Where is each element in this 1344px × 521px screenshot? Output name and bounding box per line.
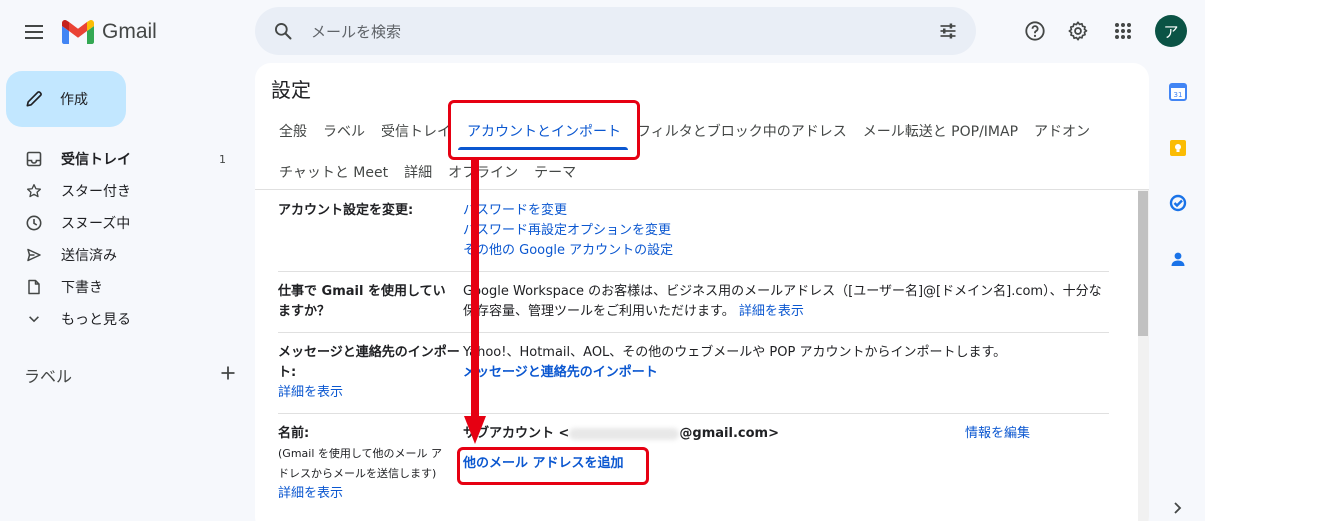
search-icon[interactable]: [255, 21, 311, 41]
tab-filters[interactable]: フィルタとブロック中のアドレス: [637, 121, 847, 141]
google-account-settings-link[interactable]: その他の Google アカウントの設定: [463, 241, 1103, 261]
search-options-icon[interactable]: [920, 21, 976, 41]
compose-button[interactable]: 作成: [6, 71, 126, 127]
help-icon[interactable]: [1020, 16, 1050, 46]
row-divider: [278, 413, 1109, 414]
sidebar-item-label: 送信済み: [61, 248, 117, 264]
page-margin: [1205, 0, 1344, 521]
import-text: Yahoo!、Hotmail、AOL、その他のウェブメールや POP アカウント…: [463, 345, 1007, 360]
add-label-icon[interactable]: [220, 365, 236, 385]
labels-heading: ラベル: [24, 367, 73, 386]
change-password-link[interactable]: パスワードを変更: [463, 201, 1103, 221]
avatar[interactable]: ア: [1155, 15, 1187, 47]
sidebar-nav: 受信トレイ 1 スター付き スヌーズ中 送信済み 下書き もっと見る: [0, 143, 246, 335]
import-messages-link[interactable]: メッセージと連絡先のインポート: [463, 363, 1103, 383]
account-suffix: @gmail.com>: [679, 426, 779, 441]
settings-row-workspace: 仕事で Gmail を使用していますか？ Google Workspace のお…: [278, 282, 1109, 327]
app-name: Gmail: [102, 20, 157, 43]
row-value: Yahoo!、Hotmail、AOL、その他のウェブメールや POP アカウント…: [463, 343, 1103, 383]
change-recovery-link[interactable]: パスワード再設定オプションを変更: [463, 221, 1103, 241]
sidebar-item-label: スター付き: [61, 184, 131, 200]
row-divider: [278, 271, 1109, 272]
sidebar-item-label: もっと見る: [61, 312, 131, 328]
chevron-down-icon: [26, 311, 42, 327]
contacts-icon[interactable]: [1169, 250, 1187, 268]
page-title: 設定: [271, 78, 311, 102]
row-divider: [278, 332, 1109, 333]
sidebar-item-label: スヌーズ中: [61, 216, 131, 232]
star-icon: [26, 183, 42, 199]
apps-grid-icon[interactable]: [1108, 16, 1138, 46]
settings-row-name: 名前: (Gmail を使用して他のメール アドレスからメールを送信します) 詳…: [278, 424, 1109, 514]
import-label: メッセージと連絡先のインポート:: [278, 345, 460, 380]
tab-inbox[interactable]: 受信トレイ: [381, 121, 451, 141]
tasks-icon[interactable]: [1169, 194, 1187, 212]
tab-labels[interactable]: ラベル: [323, 121, 365, 141]
annotation-highlight-tab: [448, 100, 640, 160]
edit-info-link[interactable]: 情報を編集: [965, 424, 1030, 444]
sidebar-item-snoozed[interactable]: スヌーズ中: [0, 207, 246, 239]
sidebar-item-label: 受信トレイ: [61, 152, 131, 168]
annotation-highlight-add-link: [457, 447, 649, 485]
send-icon: [26, 247, 42, 263]
calendar-icon[interactable]: 31: [1169, 83, 1187, 101]
name-label: 名前:: [278, 426, 310, 441]
blurred-email: [569, 427, 680, 440]
row-label: 仕事で Gmail を使用していますか？: [278, 284, 446, 319]
workspace-learn-more-link[interactable]: 詳細を表示: [739, 304, 804, 319]
gmail-logo[interactable]: Gmail: [62, 16, 157, 48]
side-panel: 31: [1149, 63, 1205, 521]
main-menu-button[interactable]: [18, 16, 50, 48]
import-learn-more-link[interactable]: 詳細を表示: [278, 383, 460, 403]
unread-count: 1: [219, 152, 226, 166]
sidebar-item-inbox[interactable]: 受信トレイ 1: [0, 143, 246, 175]
settings-tabs-row2: チャットと Meet 詳細 オフライン テーマ: [279, 162, 592, 182]
settings-gear-icon[interactable]: [1063, 16, 1093, 46]
search-bar[interactable]: メールを検索: [255, 7, 976, 55]
inbox-icon: [26, 151, 42, 167]
row-value: Google Workspace のお客様は、ビジネス用のメールアドレス（[ユー…: [463, 282, 1103, 322]
settings-tabs-row1: 全般 ラベル 受信トレイ アカウントとインポート フィルタとブロック中のアドレス…: [279, 121, 1106, 141]
tab-forwarding[interactable]: メール転送と POP/IMAP: [863, 121, 1018, 141]
sidebar-item-sent[interactable]: 送信済み: [0, 239, 246, 271]
pencil-icon: [26, 91, 42, 107]
name-learn-more-link[interactable]: 詳細を表示: [278, 484, 448, 504]
row-label: アカウント設定を変更:: [278, 203, 414, 218]
settings-row-import: メッセージと連絡先のインポート: 詳細を表示 Yahoo!、Hotmail、AO…: [278, 343, 1109, 408]
draft-icon: [26, 279, 42, 295]
tab-chat-meet[interactable]: チャットと Meet: [279, 162, 388, 182]
row-label: 名前: (Gmail を使用して他のメール アドレスからメールを送信します) 詳…: [278, 424, 448, 504]
sidebar-item-more[interactable]: もっと見る: [0, 303, 246, 335]
settings-row-account: アカウント設定を変更: パスワードを変更 パスワード再設定オプションを変更 その…: [278, 201, 1109, 261]
tab-addons[interactable]: アドオン: [1034, 121, 1090, 141]
sidebar-item-drafts[interactable]: 下書き: [0, 271, 246, 303]
annotation-arrow-icon: [464, 160, 486, 444]
gmail-m-icon: [62, 20, 94, 44]
keep-icon[interactable]: [1169, 139, 1187, 157]
tab-advanced[interactable]: 詳細: [404, 162, 432, 182]
labels-section-header: ラベル: [24, 363, 236, 387]
svg-text:31: 31: [1174, 91, 1183, 99]
clock-icon: [26, 215, 42, 231]
compose-label: 作成: [60, 92, 88, 108]
tab-general[interactable]: 全般: [279, 121, 307, 141]
search-input[interactable]: メールを検索: [311, 21, 920, 42]
sidebar-item-label: 下書き: [61, 280, 103, 296]
row-label: メッセージと連絡先のインポート: 詳細を表示: [278, 343, 460, 403]
scrollbar-thumb[interactable]: [1138, 191, 1148, 336]
name-sublabel: (Gmail を使用して他のメール アドレスからメールを送信します): [278, 447, 443, 480]
settings-panel: 設定 全般 ラベル 受信トレイ アカウントとインポート フィルタとブロック中のア…: [255, 63, 1149, 521]
row-value: パスワードを変更 パスワード再設定オプションを変更 その他の Google アカ…: [463, 201, 1103, 261]
tab-themes[interactable]: テーマ: [534, 162, 576, 182]
tabs-divider: [255, 189, 1149, 190]
expand-panel-icon[interactable]: [1169, 500, 1187, 518]
sidebar-item-starred[interactable]: スター付き: [0, 175, 246, 207]
